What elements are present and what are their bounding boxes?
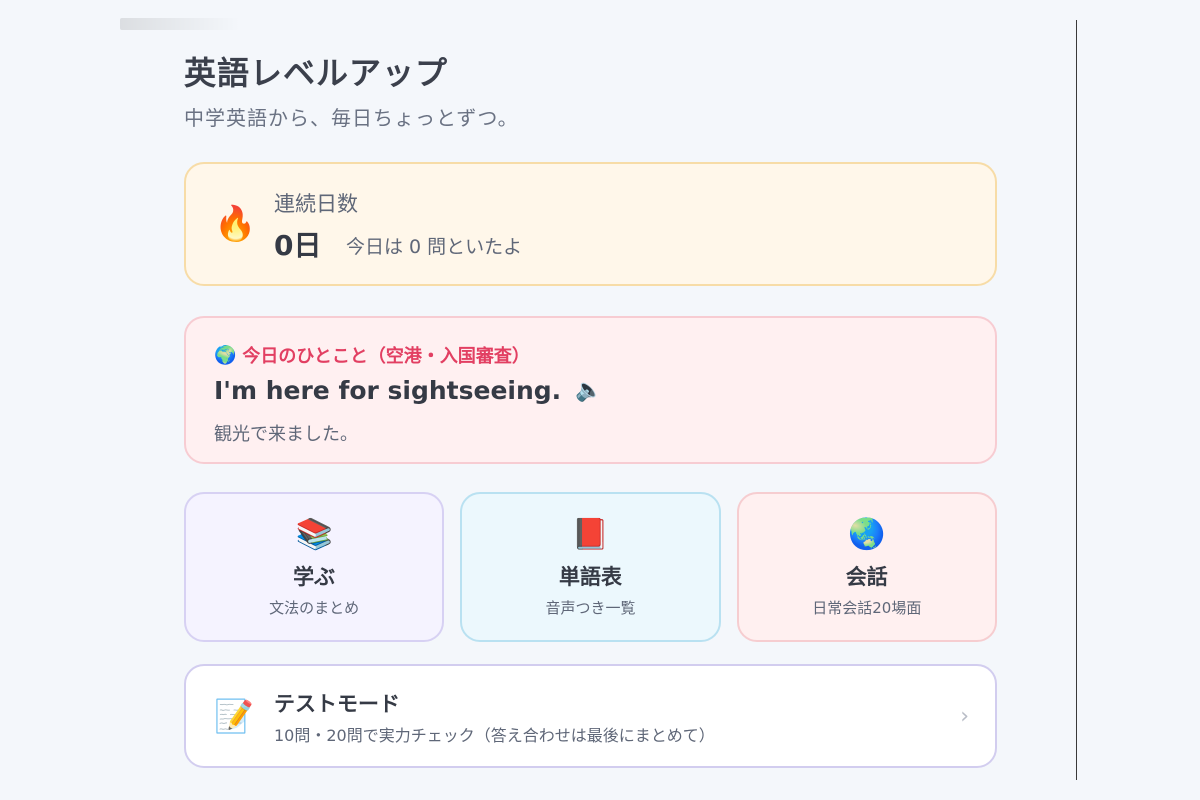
test-mode-title: テストモード bbox=[274, 692, 400, 716]
app-screen: 英語レベルアップ 中学英語から、毎日ちょっとずつ。 🔥 連続日数 0日 今日は … bbox=[0, 0, 1200, 800]
learn-tile-subtitle: 文法のまとめ bbox=[269, 598, 360, 617]
speaker-icon[interactable]: 🔈 bbox=[575, 378, 602, 403]
memo-icon: 📝 bbox=[214, 697, 254, 735]
chevron-right-icon: › bbox=[960, 704, 969, 729]
test-mode-button[interactable]: 📝 テストモード 10問・20問で実力チェック（答え合わせは最後にまとめて） › bbox=[184, 664, 997, 768]
daily-phrase-header: 🌍 今日のひとこと（空港・入国審査） bbox=[214, 342, 530, 368]
test-mode-subtitle: 10問・20問で実力チェック（答え合わせは最後にまとめて） bbox=[274, 726, 715, 745]
daily-phrase-english-row: I'm here for sightseeing. 🔈 bbox=[214, 376, 603, 405]
vocab-tile-title: 単語表 bbox=[558, 564, 622, 589]
learn-tile-title: 学ぶ bbox=[293, 564, 336, 589]
fire-icon: 🔥 bbox=[214, 204, 257, 244]
window-edge-line bbox=[1076, 20, 1077, 780]
main-content: 英語レベルアップ 中学英語から、毎日ちょっとずつ。 🔥 連続日数 0日 今日は … bbox=[184, 52, 997, 768]
window-corner-shadow bbox=[120, 18, 240, 30]
books-icon: 📚 bbox=[295, 516, 333, 552]
vocab-tile-button[interactable]: 📕 単語表 音声つき一覧 bbox=[460, 492, 721, 642]
daily-phrase-label: 今日のひとこと（空港・入国審査） bbox=[242, 346, 530, 367]
conversation-tile-button[interactable]: 🌏 会話 日常会話20場面 bbox=[736, 492, 997, 642]
vocab-tile-subtitle: 音声つき一覧 bbox=[545, 598, 636, 617]
daily-phrase-english: I'm here for sightseeing. bbox=[214, 376, 562, 405]
globe-icon: 🌍 bbox=[214, 344, 237, 366]
daily-phrase-japanese: 観光で来ました。 bbox=[214, 424, 358, 445]
conversation-tile-subtitle: 日常会話20場面 bbox=[812, 598, 922, 617]
menu-tiles: 📚 学ぶ 文法のまとめ 📕 単語表 音声つき一覧 🌏 会話 日常会話20場面 bbox=[184, 492, 997, 642]
streak-days-value: 0日 bbox=[274, 229, 322, 262]
page-subtitle: 中学英語から、毎日ちょっとずつ。 bbox=[184, 106, 519, 130]
today-count-text: 今日は 0 問といたよ bbox=[346, 236, 523, 258]
conversation-tile-title: 会話 bbox=[845, 564, 888, 589]
page-title: 英語レベルアップ bbox=[184, 54, 449, 92]
streak-card: 🔥 連続日数 0日 今日は 0 問といたよ bbox=[184, 162, 997, 286]
learn-tile-button[interactable]: 📚 学ぶ 文法のまとめ bbox=[184, 492, 445, 642]
red-book-icon: 📕 bbox=[571, 516, 610, 552]
streak-label: 連続日数 bbox=[274, 192, 358, 216]
daily-phrase-card: 🌍 今日のひとこと（空港・入国審査） I'm here for sightsee… bbox=[184, 316, 997, 464]
globe-icon: 🌏 bbox=[848, 516, 886, 552]
